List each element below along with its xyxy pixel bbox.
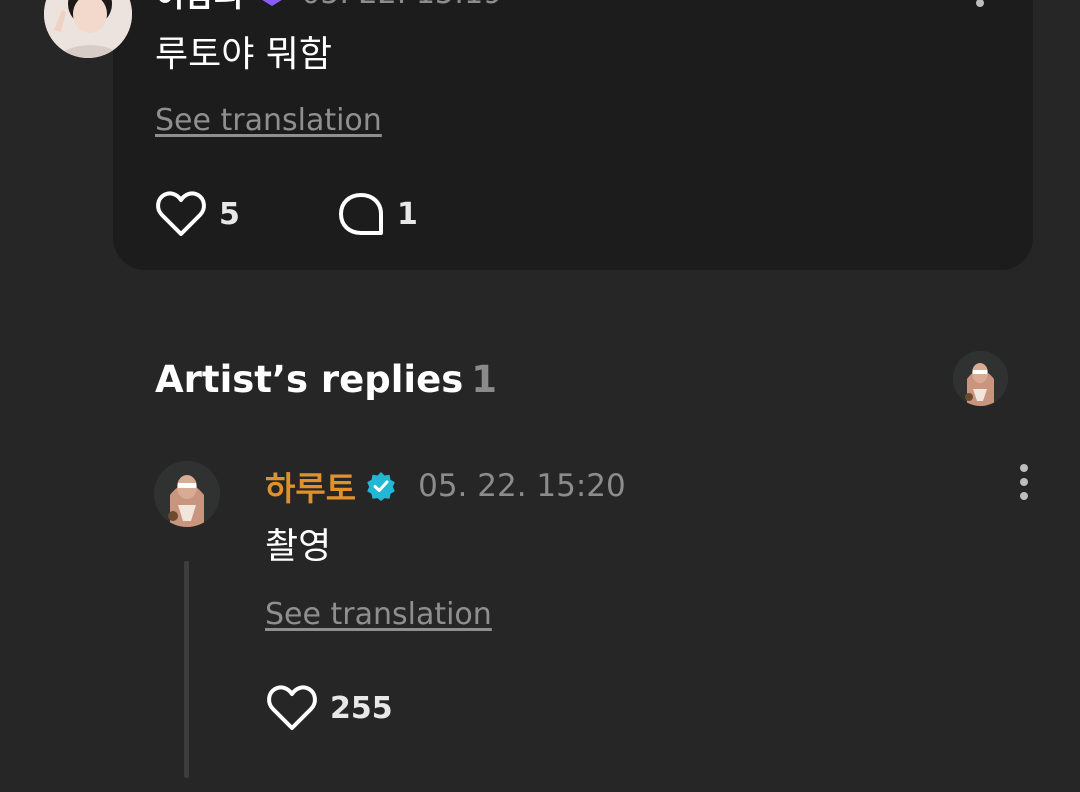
fan-comment-text: 루토야 뭐함 [155,34,333,75]
more-vertical-icon[interactable] [974,0,986,8]
comment-like-button[interactable]: 5 [155,190,240,238]
fan-comment-timestamp: 05. 22. 15:19 [301,0,502,11]
artist-avatar-small[interactable] [953,351,1008,406]
reply-thread-line [184,561,189,778]
see-translation-link[interactable]: See translation [265,597,492,633]
artist-replies-count: 1 [471,358,497,401]
heart-icon [267,685,317,730]
see-translation-link[interactable]: See translation [155,103,382,139]
artist-reply-header: 하루토 05. 22. 15:20 [265,466,626,508]
more-vertical-icon[interactable] [1012,463,1036,503]
like-count: 5 [219,196,240,232]
artist-replies-heading: Artist’s replies 1 [155,356,497,404]
artist-reply-text: 촬영 [265,526,332,567]
artist-avatar[interactable] [154,461,220,527]
comment-thread-screen: 이참피 05. 22. 15:19 루토야 뭐함 See translation… [0,0,1080,792]
artist-avatar-image [154,461,220,527]
artist-name[interactable]: 하루토 [265,462,356,510]
artist-avatar-image [953,351,1008,406]
comment-reply-button[interactable]: 1 [337,190,418,238]
membership-badge-icon [257,0,287,7]
verified-badge-icon [366,471,396,501]
fan-author-name[interactable]: 이참피 [155,0,243,16]
artist-replies-title: Artist’s replies [155,358,464,401]
like-count: 255 [330,690,393,726]
heart-icon [156,191,206,236]
artist-reply-timestamp: 05. 22. 15:20 [418,468,626,504]
reply-count: 1 [397,196,418,232]
speech-bubble-icon [339,193,383,235]
fan-comment-header: 이참피 05. 22. 15:19 [155,0,502,14]
artist-reply-like-button[interactable]: 255 [266,684,393,732]
